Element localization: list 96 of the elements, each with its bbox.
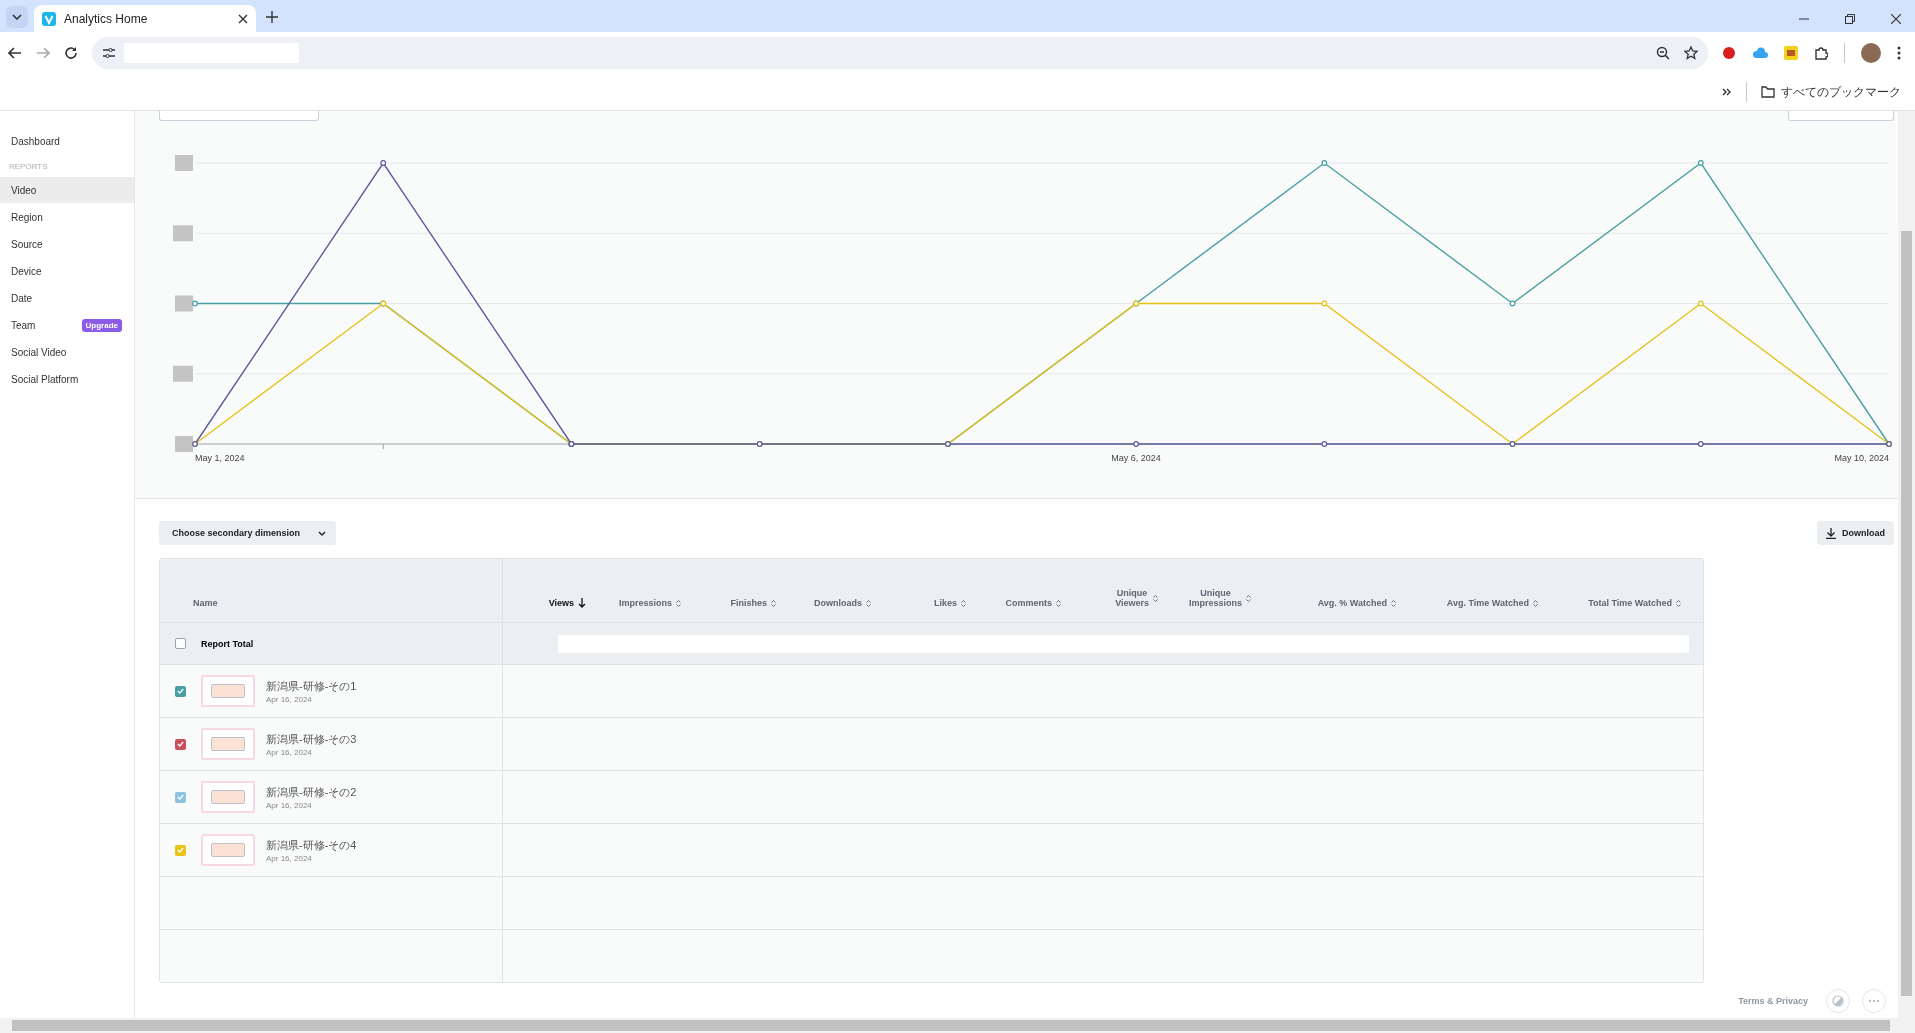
extension-icon[interactable]: [1784, 46, 1798, 60]
star-icon[interactable]: [1684, 46, 1698, 60]
site-favicon-icon: [42, 11, 56, 26]
column-header[interactable]: Downloads: [776, 598, 871, 608]
close-icon[interactable]: [238, 13, 248, 24]
sidebar-item[interactable]: Video: [0, 177, 134, 203]
column-header[interactable]: Total Time Watched: [1538, 598, 1681, 608]
sort-icon[interactable]: [866, 599, 871, 607]
sort-icon[interactable]: [676, 599, 681, 607]
video-title[interactable]: 新潟県-研修-その4: [266, 837, 357, 853]
checkbox[interactable]: [175, 638, 186, 649]
download-icon: [1826, 527, 1836, 539]
forward-arrow-icon[interactable]: [36, 47, 50, 59]
zoom-icon[interactable]: [1656, 46, 1670, 60]
sidebar-item[interactable]: Region: [0, 204, 134, 230]
reload-icon[interactable]: [64, 46, 78, 60]
sort-icon[interactable]: [1533, 599, 1538, 607]
column-header[interactable]: Views: [503, 598, 586, 608]
avatar-icon[interactable]: [1861, 43, 1881, 63]
column-header[interactable]: Name: [193, 598, 218, 608]
extension-icon[interactable]: [1722, 46, 1736, 60]
horizontal-scrollbar[interactable]: [0, 1018, 1915, 1033]
video-date: Apr 16, 2024: [266, 747, 313, 757]
video-title[interactable]: 新潟県-研修-その3: [266, 731, 357, 747]
tab-title: Analytics Home: [64, 11, 149, 26]
video-date: Apr 16, 2024: [266, 853, 313, 863]
axis-label: May 10, 2024: [1834, 453, 1889, 463]
tick-label-placeholder: [175, 295, 193, 312]
video-thumbnail[interactable]: [201, 675, 255, 707]
column-header[interactable]: Avg. Time Watched: [1396, 598, 1538, 608]
sort-icon[interactable]: [1056, 599, 1061, 607]
video-date: Apr 16, 2024: [266, 800, 313, 810]
checkbox[interactable]: [175, 791, 186, 803]
sidebar-item[interactable]: Social Platform: [0, 366, 134, 392]
puzzle-icon[interactable]: [1814, 46, 1828, 60]
sidebar-item[interactable]: Date: [0, 285, 134, 311]
download-button[interactable]: Download: [1817, 521, 1894, 545]
menu-icon[interactable]: [1897, 46, 1901, 60]
sort-icon[interactable]: [961, 599, 966, 607]
sort-icon[interactable]: [1391, 599, 1396, 607]
column-header[interactable]: Impressions: [586, 598, 681, 608]
sidebar-item[interactable]: Source: [0, 231, 134, 257]
browser-tab[interactable]: Analytics Home: [34, 5, 256, 32]
video-thumbnail[interactable]: [201, 728, 255, 760]
site-settings-icon[interactable]: [102, 47, 116, 59]
tick-label-placeholder: [175, 155, 193, 171]
field-outline[interactable]: [1788, 111, 1894, 121]
checkbox[interactable]: [175, 844, 186, 856]
new-tab-icon[interactable]: [266, 11, 278, 23]
secondary-dimension-dropdown[interactable]: Choose secondary dimension: [159, 521, 337, 545]
axis-label: May 1, 2024: [195, 453, 245, 463]
contrast-icon: [1832, 995, 1844, 1007]
column-header[interactable]: Comments: [966, 598, 1061, 608]
cloud-icon[interactable]: [1752, 47, 1768, 59]
restore-icon[interactable]: [1845, 14, 1855, 24]
tick-label-placeholder: [175, 436, 193, 452]
bookmarks-folder[interactable]: すべてのブックマーク: [1761, 83, 1901, 101]
video-date: Apr 16, 2024: [266, 694, 313, 704]
axis-label: May 6, 2024: [1111, 453, 1161, 463]
sidebar-item[interactable]: Social Video: [0, 339, 134, 365]
more-icon: [1868, 999, 1880, 1003]
field-outline[interactable]: [159, 111, 319, 121]
sort-icon[interactable]: [1153, 594, 1158, 602]
tick-label-placeholder: [173, 225, 193, 242]
sort-icon[interactable]: [771, 599, 776, 607]
tick-label-placeholder: [173, 365, 193, 382]
sort-down-arrow-icon[interactable]: [578, 598, 586, 608]
column-header[interactable]: Unique Viewers: [1061, 588, 1158, 608]
double-chevron-icon[interactable]: [1722, 88, 1732, 96]
sort-icon[interactable]: [1246, 594, 1251, 602]
sidebar-item[interactable]: Team Upgrade: [0, 312, 134, 338]
sidebar-item[interactable]: Dashboard: [0, 128, 134, 154]
section-heading: REPORTS: [8, 160, 49, 173]
chevron-down-icon: [12, 14, 22, 20]
checkbox[interactable]: [175, 738, 186, 750]
column-header[interactable]: Unique Impressions: [1158, 588, 1251, 608]
close-icon[interactable]: [1891, 14, 1901, 24]
folder-icon: [1761, 86, 1775, 98]
vertical-scrollbar[interactable]: [1898, 111, 1915, 1018]
upgrade-badge[interactable]: Upgrade: [81, 318, 122, 332]
checkbox[interactable]: [175, 685, 186, 697]
chevron-down-icon: [318, 530, 327, 536]
video-thumbnail[interactable]: [201, 834, 255, 866]
video-title[interactable]: 新潟県-研修-その2: [266, 784, 357, 800]
back-arrow-icon[interactable]: [8, 47, 22, 59]
column-header[interactable]: Finishes: [681, 598, 776, 608]
column-header[interactable]: Avg. % Watched: [1251, 598, 1396, 608]
column-header[interactable]: Likes: [871, 598, 966, 608]
scrollbar-thumb[interactable]: [1901, 231, 1912, 996]
scrollbar-thumb[interactable]: [12, 1020, 1890, 1031]
sidebar-item[interactable]: Device: [0, 258, 134, 284]
tab-list-button[interactable]: [6, 6, 28, 28]
video-title[interactable]: 新潟県-研修-その1: [266, 678, 357, 694]
sort-icon[interactable]: [1676, 599, 1681, 607]
row-label: Report Total: [201, 638, 254, 649]
video-thumbnail[interactable]: [201, 781, 255, 813]
